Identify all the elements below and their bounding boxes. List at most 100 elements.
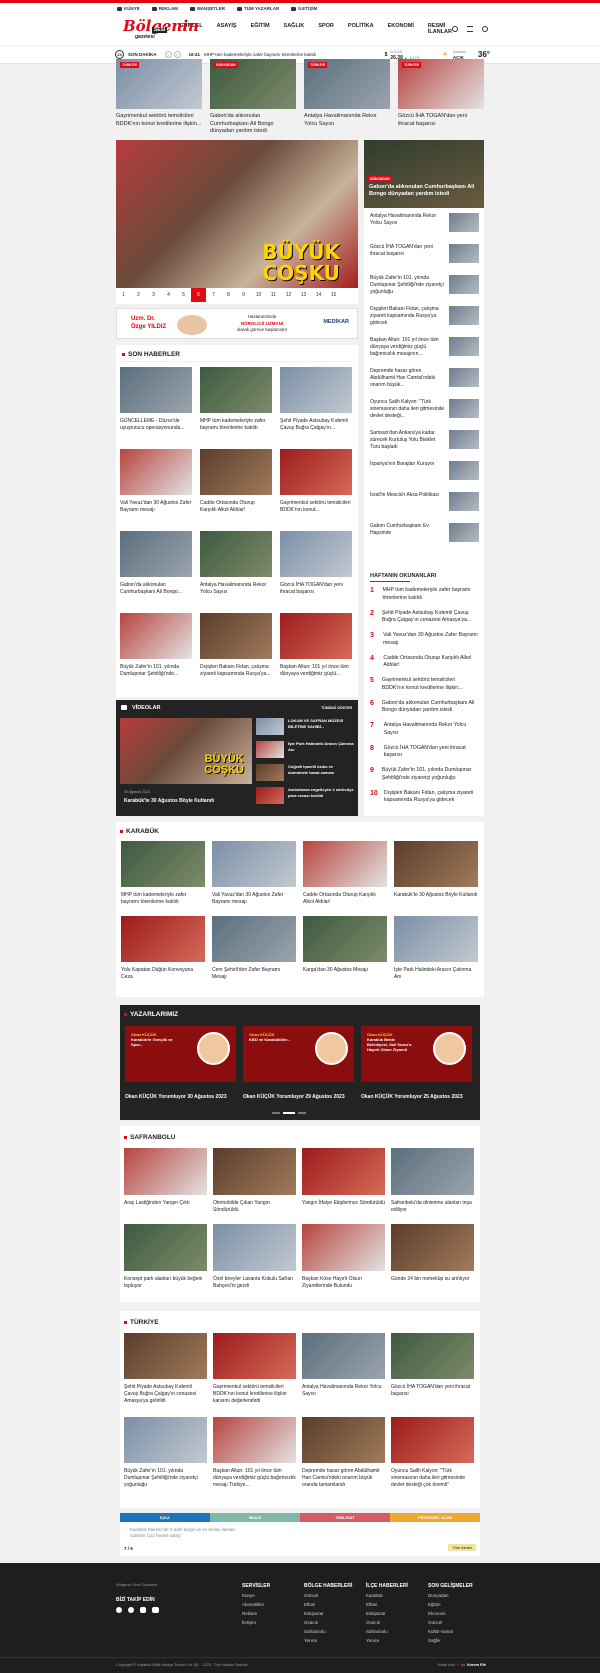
footer-link[interactable]: Ovacık (304, 1618, 352, 1627)
top-news-card[interactable]: DÜNYADAN Gabon'da alıkonulan Cumhurbaşka… (210, 59, 296, 136)
footer-link[interactable]: Kültür-Sanat (428, 1627, 473, 1636)
top-news-card[interactable]: TÜRKİYE Gayrimenkul sektörü temsilcileri… (116, 59, 202, 128)
most-read-item[interactable]: 1 MHP tüm kademeleriyle zafer bayramı tör… (370, 587, 478, 602)
footer-link[interactable]: Sağlık (428, 1636, 473, 1645)
search-icon[interactable] (482, 26, 488, 32)
footer-link[interactable]: Reklam (242, 1609, 270, 1618)
footer-link[interactable]: Künye (242, 1591, 270, 1600)
safranbolu-news-card[interactable]: Özel bireyler Lavanta Kokulu Safran Bahç… (213, 1224, 296, 1290)
turkiye-news-card[interactable]: Gayrimenkul sektörü temsilcileri BDDK'nı… (213, 1333, 296, 1405)
karabuk-news-card[interactable]: Yolu Kapatan Düğün Konvoyuna Ceza (121, 916, 205, 981)
nav-item-resmi-ilanlar[interactable]: RESMİ İLANLAR (428, 23, 452, 35)
footer-link[interactable]: Güncel (428, 1618, 473, 1627)
turkiye-news-card[interactable]: Başkan Altun: 101 yıl önce tüm dünyaya v… (213, 1417, 296, 1489)
slider-page[interactable]: 9 (236, 288, 251, 302)
latest-news-card[interactable]: Başkan Altun: 101 yıl önce tüm dünyaya v… (280, 613, 352, 678)
latest-news-card[interactable]: Vali Yavuz'dan 30 Ağustos Zafer Bayramı … (120, 449, 192, 514)
author-caption[interactable]: Okan KÜÇÜK Yorumluyor 29 Ağustos 2023 (243, 1094, 354, 1100)
safranbolu-news-card[interactable]: Araç Lastiğinden Yangın Çıktı (124, 1148, 207, 1207)
slider-page[interactable]: 8 (221, 288, 236, 302)
facebook-icon[interactable] (116, 1607, 122, 1613)
toplink-kunye[interactable]: KÜNYE (117, 4, 140, 13)
footer-link[interactable]: Dünyadan (428, 1591, 473, 1600)
footer-link[interactable]: Eflani (304, 1600, 352, 1609)
side-news-item[interactable]: Samsun'dan Ankara'ya kadar sürecek Kurtu… (370, 430, 479, 451)
slider-page[interactable]: 12 (281, 288, 296, 302)
side-news-item[interactable]: Oyuncu Salih Kalyon: "Türk sinemasının d… (370, 399, 479, 420)
most-read-item[interactable]: 3 Vali Yavuz'dan 30 Ağustos Zafer Bayramı… (370, 632, 478, 647)
turkiye-news-card[interactable]: Büyük Zafer'in 101. yılında Dumlupınar Ş… (124, 1417, 207, 1489)
author-caption[interactable]: Okan KÜÇÜK Yorumluyor 25 Ağustos 2023 (361, 1094, 472, 1100)
author-card[interactable]: Okan KÜÇÜK KBÜ ve Karabükliler... (243, 1026, 354, 1082)
all-announcements-button[interactable]: Tüm ilanlar (448, 1544, 476, 1551)
nav-item-politika[interactable]: POLİTİKA (348, 23, 374, 35)
latest-news-card[interactable]: Gabon'da alıkonulan Cumhurbaşkanı Ali Bo… (120, 531, 192, 596)
footer-link[interactable]: Eskipazar (304, 1609, 352, 1618)
side-news-item[interactable]: Gözcü İHA TOGAN'dan yeni ihracat başarıs… (370, 244, 479, 263)
latest-news-card[interactable]: GÜNCELLEME - Düzce'de uyuşturucu operasy… (120, 367, 192, 432)
slider-page[interactable]: 4 (161, 288, 176, 302)
toplink-iletisim[interactable]: İLETİŞİM (291, 4, 317, 13)
headline-slider-image[interactable]: BÜYÜK COŞKU (116, 140, 358, 288)
karabuk-news-card[interactable]: Cadde Ortasında Oturup Karşıklı Alkol Al… (303, 841, 387, 906)
ticker-prev-button[interactable]: ‹ (164, 51, 172, 58)
most-read-item[interactable]: 8 Gözcü İHA TOGAN'dan yeni ihracat başarı… (370, 745, 478, 760)
carousel-dot-active[interactable] (283, 1112, 295, 1114)
side-news-item[interactable]: İspanya'nın Barajları Kuruyor (370, 461, 479, 480)
carousel-dot[interactable] (298, 1112, 306, 1114)
side-news-item[interactable]: Büyük Zafer'in 101. yılında Dumlupınar Ş… (370, 275, 479, 296)
toplink-reklam[interactable]: REKLAM (151, 4, 178, 13)
turkiye-news-card[interactable]: Oyuncu Salih Kalyon: "Türk sinemasının d… (391, 1417, 474, 1489)
latest-news-card[interactable]: Antalya Havalimanında Rekor Yolcu Sayısı (200, 531, 272, 596)
author-card[interactable]: Okan KÜÇÜK Karabük Belde Belediyesi, Vali… (361, 1026, 472, 1082)
slider-page[interactable]: 1 (116, 288, 131, 302)
top-news-card[interactable]: TÜRKİYE Gözcü İHA TOGAN'dan yeni ihracat… (398, 59, 484, 128)
video-list-item[interactable]: LOKUM VE SAFRAN MÜZESİ BİLETİNE SAHİBİ..… (256, 718, 354, 735)
footer-link[interactable]: İletişim (242, 1618, 270, 1627)
nav-item-ekonomi[interactable]: EKONOMİ (388, 23, 414, 35)
youtube-icon[interactable] (152, 1607, 159, 1613)
side-news-item[interactable]: İsrail'in Mescid-i Aksa Politikası (370, 492, 479, 511)
slider-page[interactable]: 13 (296, 288, 311, 302)
footer-link[interactable]: Eskipazar (366, 1609, 408, 1618)
karabuk-news-card[interactable]: MHP tüm kademeleriyle zafer bayramı töre… (121, 841, 205, 906)
tab-imale[interactable]: İMALE (210, 1513, 300, 1522)
toplink-yazarlar[interactable]: TÜM YAZARLAR (237, 4, 279, 13)
most-read-item[interactable]: 5 Gayrimenkul sektörü temsilcileri BDDK'n… (370, 677, 478, 692)
turkiye-news-card[interactable]: Gözcü İHA TOGAN'dan yeni ihracat başarıs… (391, 1333, 474, 1398)
most-read-item[interactable]: 10 Dışişleri Bakanı Fidan, çalışma ziyare… (370, 790, 478, 805)
site-logo[interactable]: Bölgenin gazetesi SESİ (117, 17, 199, 41)
most-read-item[interactable]: 6 Gabon'da alıkonulan Cumhurbaşkanı Ali B… (370, 700, 478, 715)
latest-news-card[interactable]: Büyük Zafer'in 101. yılında Dumlupınar Ş… (120, 613, 192, 678)
most-read-item[interactable]: 2 Şehit Piyade Astsubay Kıdemli Çavuş Buğ… (370, 610, 478, 625)
side-news-item[interactable]: Dışişleri Bakanı Fidan, çalışma ziyareti… (370, 306, 479, 327)
karabuk-news-card[interactable]: Vali Yavuz'dan 30 Ağustos Zafer Bayramı … (212, 841, 296, 906)
nav-item-asayis[interactable]: ASAYİŞ (217, 23, 237, 35)
ad-banner[interactable]: Uzm. Dr. Özge YILDIZ Hastanemizde NÖROLO… (116, 308, 358, 339)
video-list-item[interactable]: İşte Park Halindeki Aracın Çalınma Anı (256, 741, 354, 758)
toplink-mansetler[interactable]: MANŞETLER (190, 4, 225, 13)
carousel-dot[interactable] (272, 1112, 280, 1114)
karabuk-news-card[interactable]: İşte Park Halindeki Aracın Çalınma Anı (394, 916, 478, 981)
top-news-card[interactable]: TÜRKİYE Antalya Havalimanında Rekor Yolc… (304, 59, 390, 128)
author-card[interactable]: Okan KÜÇÜK Karabük'te Gençlik ve Spor... (125, 1026, 236, 1082)
turkiye-news-card[interactable]: Antalya Havalimanında Rekor Yolcu Sayısı (302, 1333, 385, 1398)
video-title[interactable]: Karabük'te 30 Ağustos Böyle Kutlandı (124, 798, 214, 804)
slider-page[interactable]: 14 (311, 288, 326, 302)
side-feature-card[interactable]: DÜNYADAN Gabon'da alıkonulan Cumhurbaşka… (364, 140, 484, 208)
most-read-item[interactable]: 7 Antalya Havalimanında Rekor Yolcu Sayıs… (370, 722, 478, 737)
tab-icka[interactable]: İÇKA (120, 1513, 210, 1522)
footer-link[interactable]: Güncel (304, 1591, 352, 1600)
ticker-next-button[interactable]: › (173, 51, 181, 58)
most-read-item[interactable]: 9 Büyük Zafer'in 101. yılında Dumlupınar … (370, 767, 478, 782)
slider-page[interactable]: 2 (131, 288, 146, 302)
video-list-item[interactable]: Ambulansa engelleyen 2 sürücüye para cez… (256, 787, 354, 804)
latest-news-card[interactable]: Şehit Piyade Astsubay Kıdemli Çavuş Buğr… (280, 367, 352, 432)
nav-item-saglik[interactable]: SAĞLIK (284, 23, 305, 35)
karabuk-news-card[interactable]: Cem Şehirli'den Zafer Bayramı Mesajı (212, 916, 296, 981)
ticker-headline[interactable]: MHP tüm kademeleriyle zafer bayramı töre… (204, 52, 316, 57)
safranbolu-news-card[interactable]: Konsept park alanları büyük beğeni toplu… (124, 1224, 207, 1290)
karabuk-news-card[interactable]: Karga'dan 30 Ağustos Mesajı (303, 916, 387, 974)
safranbolu-news-card[interactable]: Otomobilde Çıkan Yangın Söndürüldü (213, 1148, 296, 1214)
twitter-icon[interactable] (128, 1607, 134, 1613)
